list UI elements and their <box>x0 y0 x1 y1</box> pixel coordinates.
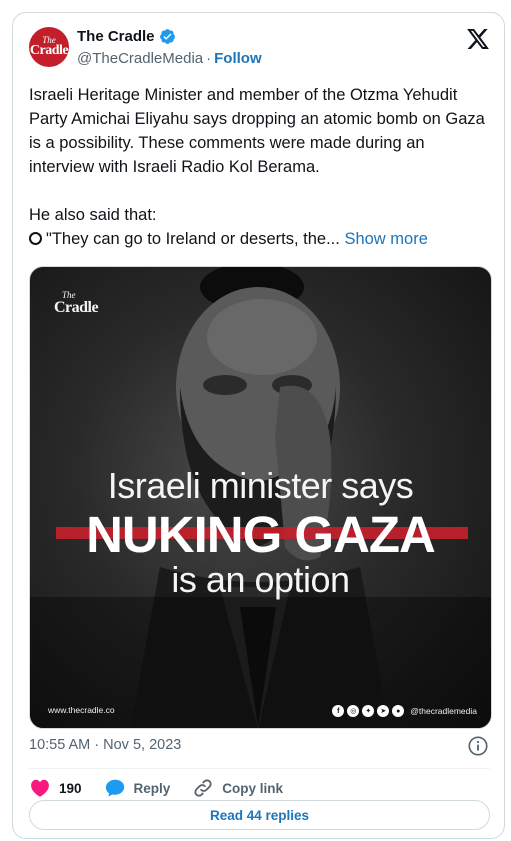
avatar-logo-name: Cradle <box>29 43 69 58</box>
media-footer-url: www.thecradle.co <box>48 705 115 715</box>
media-footer-handle: @thecradlemedia <box>410 706 477 716</box>
verified-badge-icon <box>159 29 175 44</box>
media-logo-name: Cradle <box>54 299 99 316</box>
reply-button[interactable]: Reply <box>104 777 171 799</box>
reply-label: Reply <box>133 780 171 796</box>
tweet-text: Israeli Heritage Minister and member of … <box>29 83 489 251</box>
tweet-quote-line: "They can go to Ireland or deserts, the.… <box>46 230 340 248</box>
tweet-media-image[interactable]: The Cradle Israeli minister says NUKING … <box>29 266 492 729</box>
follow-button[interactable]: Follow <box>214 50 262 67</box>
facebook-icon: f <box>332 705 345 717</box>
read-replies-button[interactable]: Read 44 replies <box>29 800 490 830</box>
tweet-timestamp[interactable]: 10:55 AM · Nov 5, 2023 <box>29 737 181 753</box>
handle-separator: · <box>206 50 212 67</box>
media-headline-line-2: NUKING GAZA <box>86 506 436 563</box>
author-handle-row: @TheCradleMedia · Follow <box>77 50 262 67</box>
info-icon[interactable] <box>467 735 489 757</box>
copy-link-label: Copy link <box>222 780 284 796</box>
patreon-icon: ● <box>392 705 405 717</box>
media-brand-logo: The Cradle <box>54 291 99 316</box>
reply-bubble-icon <box>105 779 124 797</box>
media-footer-social: f ◎ ✦ ➤ ● @thecradlemedia <box>332 705 477 717</box>
telegram-icon: ➤ <box>377 705 390 717</box>
tweet-body: Israeli Heritage Minister and member of … <box>29 86 485 224</box>
heart-icon <box>31 779 49 797</box>
show-more-link[interactable]: Show more <box>344 230 427 248</box>
tweet-card: The Cradle The Cradle @TheCradleMedia · Fo… <box>12 12 505 839</box>
like-button[interactable]: 190 <box>29 777 82 799</box>
link-icon <box>194 779 212 797</box>
author-handle[interactable]: @TheCradleMedia <box>77 50 203 67</box>
avatar[interactable]: The Cradle <box>29 27 69 67</box>
divider <box>29 768 490 769</box>
circle-bullet-icon <box>29 232 42 245</box>
twitter-icon: ✦ <box>362 705 375 717</box>
like-count: 190 <box>59 780 82 796</box>
x-logo-icon[interactable] <box>467 29 489 49</box>
author-name-row: The Cradle <box>77 28 176 45</box>
instagram-icon: ◎ <box>347 705 360 717</box>
media-headline-line-1: Israeli minister says <box>107 465 414 506</box>
author-display-name[interactable]: The Cradle <box>77 28 155 45</box>
copy-link-button[interactable]: Copy link <box>192 777 283 799</box>
media-headline-line-3: is an option <box>171 559 350 600</box>
